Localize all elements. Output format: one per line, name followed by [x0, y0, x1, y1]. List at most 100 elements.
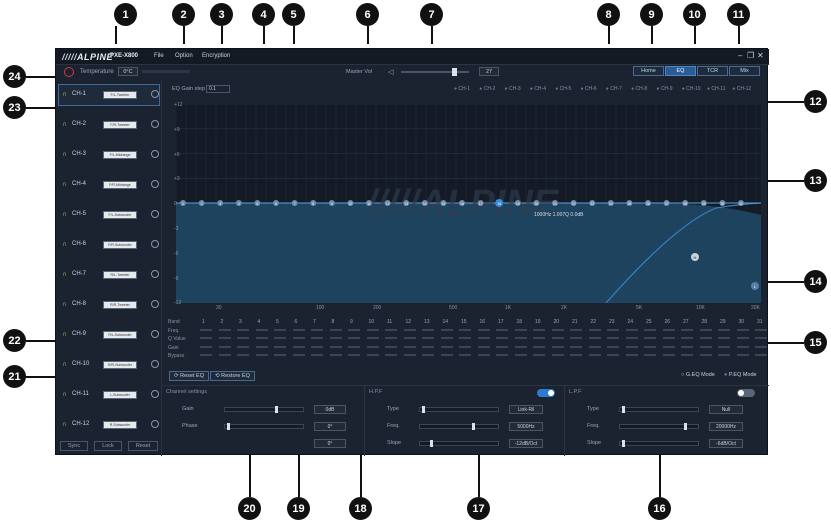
band-cell[interactable] — [218, 345, 231, 348]
mute-icon[interactable] — [151, 330, 159, 338]
lpf-slope-value[interactable]: -6dB/Oct — [709, 439, 743, 448]
band-cell[interactable] — [607, 337, 619, 339]
band-cell[interactable] — [718, 337, 730, 339]
tab-eq[interactable]: EQ — [665, 66, 696, 76]
band-cell[interactable] — [588, 354, 601, 356]
band-cell[interactable] — [218, 337, 231, 339]
tab-tcr[interactable]: TCR — [697, 66, 728, 76]
band-cell[interactable] — [533, 354, 545, 356]
band-cell[interactable] — [459, 345, 471, 348]
band-cell[interactable] — [440, 328, 453, 331]
legend-ch-8[interactable]: ● CH-8 — [631, 86, 647, 92]
band-cell[interactable] — [570, 354, 582, 356]
mute-icon[interactable] — [151, 120, 159, 128]
band-cell[interactable] — [311, 337, 323, 339]
band-cell[interactable] — [699, 345, 712, 348]
restore-button[interactable]: ❐ — [747, 51, 754, 60]
lpf-slope-slider[interactable] — [619, 440, 699, 447]
legend-ch-4[interactable]: ● CH-4 — [530, 86, 546, 92]
band-cell[interactable] — [496, 345, 508, 348]
sidebar-item-ch-5[interactable]: ∩ CH-5 F/L-Subwoofer — [58, 204, 160, 226]
band-cell[interactable] — [329, 345, 342, 348]
band-cell[interactable] — [662, 328, 675, 331]
legend-ch-6[interactable]: ● CH-6 — [581, 86, 597, 92]
band-cell[interactable] — [755, 354, 767, 356]
band-cell[interactable] — [292, 337, 305, 339]
menu-option[interactable]: Option — [175, 53, 193, 59]
band-cell[interactable] — [440, 354, 453, 356]
sidebar-item-ch-2[interactable]: ∩ CH-2 F/R-Tweeter — [58, 114, 160, 136]
band-cell[interactable] — [348, 354, 360, 356]
band-cell[interactable] — [422, 337, 434, 339]
hpf-type-slider[interactable] — [419, 406, 499, 413]
master-vol-value[interactable]: 27 — [479, 67, 499, 76]
mute-icon[interactable] — [151, 150, 159, 158]
mute-icon[interactable] — [151, 90, 159, 98]
tab-home[interactable]: Home — [633, 66, 664, 76]
band-cell[interactable] — [588, 328, 601, 331]
band-cell[interactable] — [274, 328, 286, 331]
band-cell[interactable] — [292, 328, 305, 331]
phase-value-2[interactable]: 0° — [314, 439, 346, 448]
sidebar-item-ch-4[interactable]: ∩ CH-4 F/R-Midrange — [58, 174, 160, 196]
legend-ch-2[interactable]: ● CH-2 — [479, 86, 495, 92]
mute-icon[interactable] — [151, 390, 159, 398]
channel-tag[interactable]: R-Subwoofer — [103, 421, 137, 429]
lock-button[interactable]: Lock — [94, 441, 122, 451]
band-cell[interactable] — [533, 345, 545, 348]
channel-tag[interactable]: F/L-Tweeter — [103, 91, 137, 99]
band-cell[interactable] — [736, 345, 749, 348]
band-cell[interactable] — [292, 354, 305, 356]
band-cell[interactable] — [718, 328, 730, 331]
channel-tag[interactable]: F/L-Subwoofer — [103, 211, 137, 219]
sidebar-item-ch-12[interactable]: ∩ CH-12 R-Subwoofer — [58, 414, 160, 436]
band-cell[interactable] — [477, 328, 490, 331]
hpf-freq-slider[interactable] — [419, 423, 499, 430]
sidebar-item-ch-11[interactable]: ∩ CH-11 L-Subwoofer — [58, 384, 160, 406]
band-cell[interactable] — [699, 337, 712, 339]
band-cell[interactable] — [255, 345, 268, 348]
band-cell[interactable] — [755, 337, 767, 339]
channel-tag[interactable]: L-Subwoofer — [103, 391, 137, 399]
channel-tag[interactable]: R/R-Tweeter — [103, 301, 137, 309]
close-button[interactable]: ✕ — [757, 51, 764, 60]
band-cell[interactable] — [551, 354, 564, 356]
band-cell[interactable] — [662, 354, 675, 356]
lpf-type-slider[interactable] — [619, 406, 699, 413]
phase-slider[interactable] — [224, 423, 304, 430]
band-cell[interactable] — [551, 345, 564, 348]
band-cell[interactable] — [274, 354, 286, 356]
band-cell[interactable] — [218, 354, 231, 356]
sidebar-item-ch-6[interactable]: ∩ CH-6 F/R-Subwoofer — [58, 234, 160, 256]
band-cell[interactable] — [551, 328, 564, 331]
legend-ch-5[interactable]: ● CH-5 — [555, 86, 571, 92]
band-cell[interactable] — [403, 354, 416, 356]
sidebar-item-ch-1[interactable]: ∩ CH-1 F/L-Tweeter — [58, 84, 160, 106]
band-cell[interactable] — [348, 345, 360, 348]
band-cell[interactable] — [644, 328, 656, 331]
band-cell[interactable] — [366, 354, 379, 356]
band-cell[interactable] — [440, 345, 453, 348]
band-cell[interactable] — [311, 354, 323, 356]
sidebar-item-ch-3[interactable]: ∩ CH-3 F/L-Midrange — [58, 144, 160, 166]
sidebar-item-ch-10[interactable]: ∩ CH-10 R/R-Subwoofer — [58, 354, 160, 376]
band-cell[interactable] — [477, 354, 490, 356]
lpf-type-value[interactable]: Null — [709, 405, 743, 414]
channel-tag[interactable]: F/R-Subwoofer — [103, 241, 137, 249]
band-cell[interactable] — [477, 345, 490, 348]
band-cell[interactable] — [422, 354, 434, 356]
band-cell[interactable] — [255, 354, 268, 356]
band-cell[interactable] — [218, 328, 231, 331]
band-cell[interactable] — [533, 337, 545, 339]
menu-encryption[interactable]: Encryption — [202, 53, 230, 59]
band-cell[interactable] — [385, 354, 397, 356]
band-cell[interactable] — [477, 337, 490, 339]
band-cell[interactable] — [366, 337, 379, 339]
band-cell[interactable] — [699, 328, 712, 331]
band-cell[interactable] — [292, 345, 305, 348]
band-cell[interactable] — [736, 354, 749, 356]
sidebar-item-ch-7[interactable]: ∩ CH-7 R/L-Tweeter — [58, 264, 160, 286]
band-cell[interactable] — [514, 328, 527, 331]
band-cell[interactable] — [459, 354, 471, 356]
channel-tag[interactable]: R/L-Tweeter — [103, 271, 137, 279]
